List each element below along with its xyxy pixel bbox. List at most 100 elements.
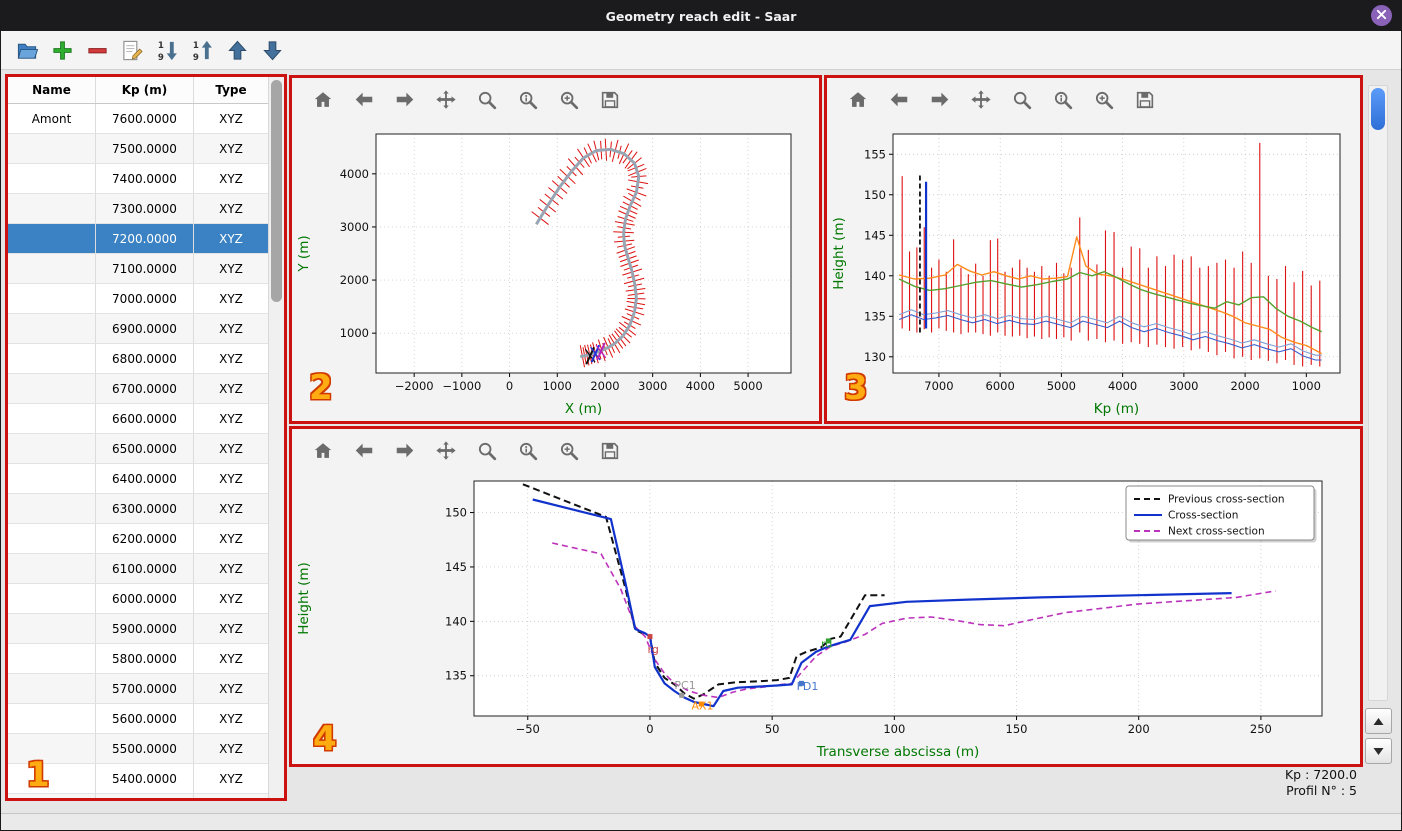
table-row[interactable]: 7200.0000 XYZ [8,224,268,254]
table-row[interactable]: 7100.0000 XYZ [8,254,268,284]
cell-kp: 5800.0000 [96,644,194,673]
pan-icon[interactable] [968,87,994,113]
cell-type: XYZ [219,291,243,306]
svg-text:155: 155 [864,147,886,161]
cell-kp: 5600.0000 [96,704,194,733]
panel-number-1: 1 [26,755,50,795]
pan-icon[interactable] [433,87,459,113]
edit-icon[interactable] [119,37,145,63]
table-row[interactable]: 6100.0000 XYZ [8,554,268,584]
back-icon[interactable] [351,438,377,464]
pan-icon[interactable] [433,438,459,464]
plan-plot[interactable]: −2000 −1000 0 1000 2000 3000 4000 5000 1000 2000 3… [292,122,819,425]
plan-view-panel: −2000 −1000 0 1000 2000 3000 4000 5000 1000 2000 3… [289,75,822,424]
cell-name [8,524,96,553]
svg-text:Cross-section: Cross-section [1168,510,1238,522]
table-row[interactable]: 7000.0000 XYZ [8,284,268,314]
sort-down-icon[interactable]: 19 [154,37,180,63]
table-row[interactable]: 5600.0000 XYZ [8,704,268,734]
back-icon[interactable] [351,87,377,113]
cell-type: XYZ [219,771,243,786]
longitudinal-profile-panel: 7000 6000 5000 4000 3000 2000 1000 130 135 140 145… [824,75,1363,424]
svg-text:200: 200 [1128,722,1150,736]
zoom-icon[interactable] [1009,87,1035,113]
forward-icon[interactable] [392,87,418,113]
svg-text:Previous cross-section: Previous cross-section [1168,494,1285,506]
table-row[interactable]: 6700.0000 XYZ [8,374,268,404]
save-icon[interactable] [597,438,623,464]
cell-type: XYZ [219,561,243,576]
zoom-icon[interactable] [474,87,500,113]
svg-text:−2000: −2000 [395,379,434,393]
table-row[interactable]: 6000.0000 XYZ [8,584,268,614]
next-profile-button[interactable] [1365,738,1392,764]
move-up-icon[interactable] [224,37,250,63]
forward-icon[interactable] [927,87,953,113]
profile-scrollbar[interactable] [1368,85,1388,701]
cell-name [8,644,96,673]
sort-up-icon[interactable]: 19 [189,37,215,63]
table-row[interactable]: 6900.0000 XYZ [8,314,268,344]
table-row[interactable]: 6800.0000 XYZ [8,344,268,374]
previous-profile-button[interactable] [1365,708,1392,734]
cell-kp: 7300.0000 [96,194,194,223]
back-icon[interactable] [886,87,912,113]
forward-icon[interactable] [392,438,418,464]
zoom-icon[interactable] [474,438,500,464]
cell-type: XYZ [219,741,243,756]
table-row[interactable]: Amont 7600.0000 XYZ [8,104,268,134]
cell-name [8,794,96,798]
table-row[interactable]: 7400.0000 XYZ [8,164,268,194]
table-scrollbar[interactable] [268,77,284,798]
inspect-icon[interactable] [515,87,541,113]
cell-type: XYZ [219,381,243,396]
close-button[interactable] [1371,5,1392,26]
table-row[interactable]: 6300.0000 XYZ [8,494,268,524]
svg-text:−50: −50 [516,722,540,736]
remove-icon[interactable] [84,37,110,63]
table-row[interactable]: 7500.0000 XYZ [8,134,268,164]
zoom-region-icon[interactable] [556,87,582,113]
zoom-region-icon[interactable] [556,438,582,464]
cell-name [8,764,96,793]
zoom-region-icon[interactable] [1091,87,1117,113]
home-icon[interactable] [310,438,336,464]
home-icon[interactable] [845,87,871,113]
table-row[interactable]: 7300.0000 XYZ [8,194,268,224]
column-header-kp[interactable]: Kp (m) [96,77,194,103]
table-row[interactable]: 6600.0000 XYZ [8,404,268,434]
section-plot[interactable]: −50 0 50 100 150 200 250 135 140 145 150 Transverse… [292,473,1360,768]
open-icon[interactable] [14,37,40,63]
table-scrollbar-thumb[interactable] [271,80,282,302]
column-header-name[interactable]: Name [8,77,96,103]
cell-name [8,254,96,283]
svg-text:FD1: FD1 [797,680,819,693]
inspect-icon[interactable] [515,438,541,464]
cell-name [8,734,96,763]
cell-kp: 7400.0000 [96,164,194,193]
move-down-icon[interactable] [259,37,285,63]
home-icon[interactable] [310,87,336,113]
table-row[interactable]: 5700.0000 XYZ [8,674,268,704]
save-icon[interactable] [597,87,623,113]
save-icon[interactable] [1132,87,1158,113]
table-row[interactable]: 6200.0000 XYZ [8,524,268,554]
profil-number: Profil N° : 5 [1286,783,1357,798]
cell-name [8,284,96,313]
table-row[interactable]: 6500.0000 XYZ [8,434,268,464]
profile-scrollbar-thumb[interactable] [1371,88,1385,130]
section-plot-toolbar [292,429,1360,473]
table-row[interactable]: 5900.0000 XYZ [8,614,268,644]
cell-type: XYZ [219,501,243,516]
table-row[interactable]: 6400.0000 XYZ [8,464,268,494]
svg-text:PC1: PC1 [674,679,695,692]
inspect-icon[interactable] [1050,87,1076,113]
cell-type: XYZ [219,261,243,276]
svg-text:145: 145 [864,228,886,242]
add-icon[interactable] [49,37,75,63]
profile-plot[interactable]: 7000 6000 5000 4000 3000 2000 1000 130 135 140 145… [827,122,1360,425]
svg-text:1: 1 [192,41,198,51]
table-row[interactable]: 5800.0000 XYZ [8,644,268,674]
cell-name [8,494,96,523]
column-header-type[interactable]: Type [194,77,268,103]
